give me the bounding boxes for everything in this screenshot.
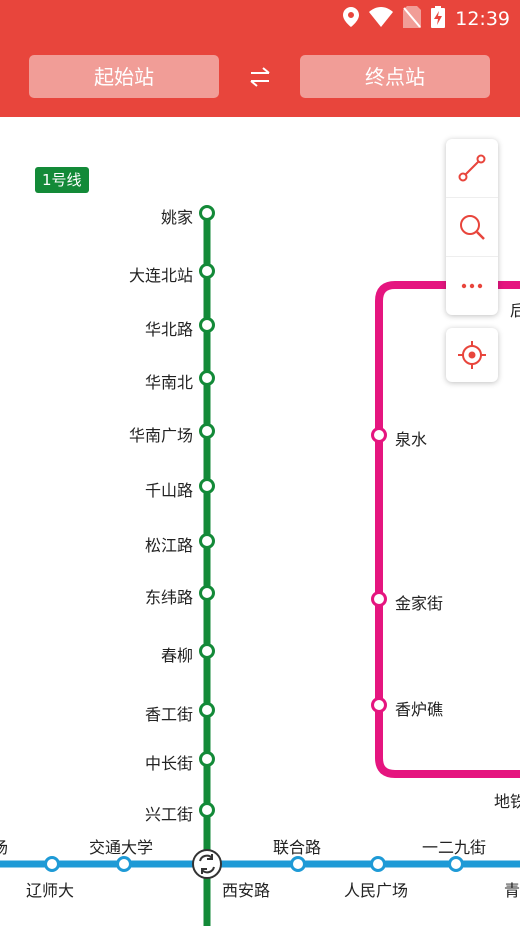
station-label[interactable]: 兴工街 (145, 801, 193, 825)
station-label[interactable]: 香炉礁 (395, 696, 443, 720)
station-label[interactable]: 一二九街 (422, 834, 486, 858)
route-button[interactable] (446, 139, 498, 198)
station-label[interactable]: 千山路 (145, 477, 193, 501)
battery-charging-icon (431, 6, 446, 32)
station-label[interactable]: 场 (0, 834, 8, 858)
swap-icon[interactable] (247, 66, 273, 88)
station-dot[interactable] (199, 751, 215, 767)
station-label[interactable]: 华北路 (145, 316, 193, 340)
locate-button[interactable] (446, 328, 498, 382)
locate-icon (458, 341, 486, 369)
station-dot[interactable] (290, 856, 306, 872)
station-label[interactable]: 中长街 (145, 750, 193, 774)
locate-panel (446, 328, 498, 382)
station-dot[interactable] (199, 263, 215, 279)
metro-map[interactable]: 1号线 姚家 大连北站 华北路 华南北 华南广场 千山路 松江路 东纬路 春柳 … (0, 117, 520, 926)
more-icon (461, 283, 483, 289)
station-dot[interactable] (44, 856, 60, 872)
search-button[interactable] (446, 198, 498, 257)
station-dot[interactable] (199, 702, 215, 718)
top-bar: 12:39 起始站 终点站 (0, 0, 520, 117)
station-dot[interactable] (116, 856, 132, 872)
station-dot[interactable] (199, 643, 215, 659)
station-label[interactable]: 金家街 (395, 590, 443, 614)
metro-lines (0, 205, 520, 926)
map-tools-panel (446, 139, 498, 315)
search-icon (460, 215, 485, 240)
station-label[interactable]: 交通大学 (89, 834, 153, 858)
station-label[interactable]: 人民广场 (344, 877, 408, 901)
station-dot[interactable] (370, 856, 386, 872)
station-dot[interactable] (199, 533, 215, 549)
station-dot[interactable] (371, 427, 387, 443)
station-dot[interactable] (199, 585, 215, 601)
station-dot[interactable] (199, 802, 215, 818)
start-station-button[interactable]: 起始站 (29, 55, 219, 98)
station-label[interactable]: 后 (510, 297, 520, 321)
station-label[interactable]: 华南北 (145, 369, 193, 393)
station-dot[interactable] (199, 205, 215, 221)
station-dot[interactable] (199, 370, 215, 386)
line1-badge[interactable]: 1号线 (35, 167, 89, 193)
route-icon (458, 154, 486, 182)
station-label[interactable]: 东纬路 (145, 584, 193, 608)
status-time: 12:39 (455, 8, 510, 30)
station-label[interactable]: 联合路 (273, 834, 321, 858)
station-dot[interactable] (371, 697, 387, 713)
station-dot[interactable] (448, 856, 464, 872)
status-bar: 12:39 (343, 6, 510, 32)
station-dot[interactable] (199, 423, 215, 439)
station-label[interactable]: 大连北站 (129, 262, 193, 286)
station-label[interactable]: 春柳 (161, 642, 193, 666)
station-label[interactable]: 华南广场 (129, 422, 193, 446)
transfer-icon[interactable] (192, 849, 222, 879)
station-label[interactable]: 西安路 (222, 877, 270, 901)
station-label[interactable]: 松江路 (145, 532, 193, 556)
end-station-button[interactable]: 终点站 (300, 55, 490, 98)
station-label[interactable]: 泉水 (395, 426, 427, 450)
station-label[interactable]: 香工街 (145, 701, 193, 725)
station-dot[interactable] (199, 478, 215, 494)
station-label[interactable]: 辽师大 (26, 877, 74, 901)
station-dot[interactable] (199, 317, 215, 333)
wifi-icon (369, 7, 394, 31)
location-icon (343, 7, 360, 31)
no-sim-icon (403, 6, 422, 32)
more-button[interactable] (446, 257, 498, 315)
station-label[interactable]: 青 (504, 877, 520, 901)
station-dot[interactable] (371, 591, 387, 607)
station-label[interactable]: 姚家 (161, 204, 193, 228)
station-label[interactable]: 地铁 (494, 788, 520, 812)
